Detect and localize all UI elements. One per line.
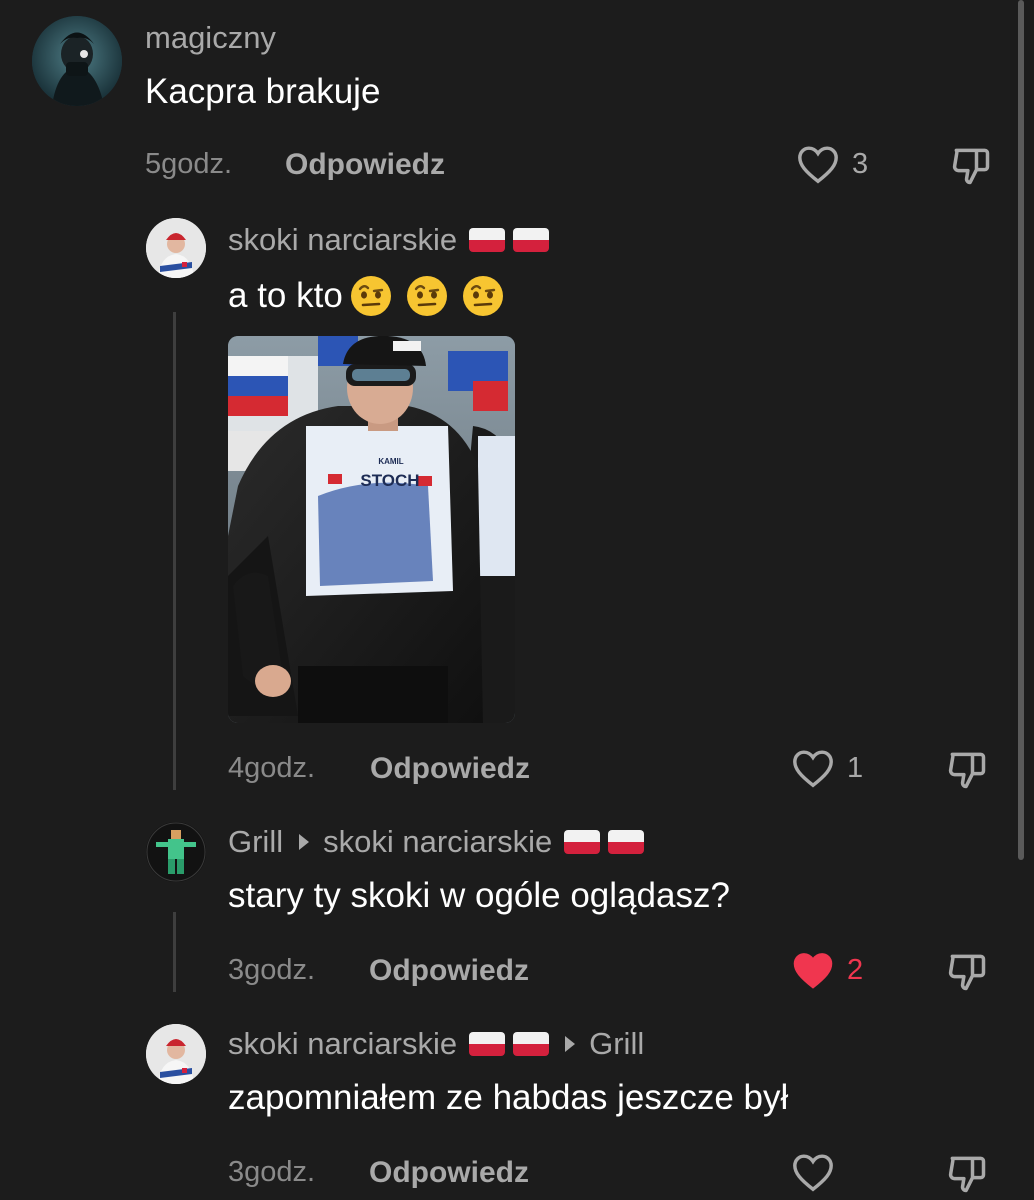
bib-name-small: KAMIL (378, 457, 403, 466)
dislike-button[interactable] (944, 1152, 990, 1196)
like-count: 1 (847, 751, 864, 784)
dislike-button[interactable] (944, 950, 990, 994)
comment-username[interactable]: skoki narciarskie Grill (228, 1026, 644, 1062)
scrollbar[interactable] (1018, 0, 1024, 860)
like-button[interactable]: 2 (791, 950, 863, 990)
comment-timestamp: 3godz. (228, 954, 316, 986)
reply-to-username[interactable]: Grill (589, 1026, 644, 1062)
dislike-button[interactable] (944, 748, 990, 792)
heart-outline-icon (793, 1154, 833, 1192)
reply-button[interactable]: Odpowiedz (370, 752, 530, 786)
thumbs-down-icon (952, 148, 990, 185)
like-count: 2 (847, 953, 864, 986)
comment-text-content: a to kto (228, 276, 343, 315)
heart-outline-icon (798, 146, 838, 184)
poland-flag-icon (608, 830, 645, 854)
thumbs-down-icon (948, 752, 986, 789)
reply-to-username[interactable]: skoki narciarskie (323, 824, 552, 860)
bib-name: STOCH (360, 471, 419, 490)
heart-outline-icon (793, 750, 833, 788)
like-count: 3 (852, 147, 869, 180)
thread-line (173, 912, 176, 992)
comment-username[interactable]: magiczny (145, 20, 276, 56)
poland-flag-icon (469, 228, 506, 252)
poland-flag-icon (469, 1032, 506, 1056)
comment-username[interactable]: Grill skoki narciarskie (228, 824, 645, 860)
avatar[interactable] (32, 16, 122, 106)
thumbs-down-icon (948, 954, 986, 991)
poland-flag-icon (564, 830, 601, 854)
dislike-button[interactable] (948, 144, 994, 188)
avatar[interactable] (146, 218, 206, 278)
raised-eyebrow-emoji-icon (350, 276, 391, 316)
reply-arrow-icon (565, 1036, 576, 1052)
reply-arrow-icon (299, 834, 310, 850)
poland-flag-icon (513, 1032, 550, 1056)
comment-text: a to kto (228, 274, 505, 318)
comment-text: zapomniałem ze habdas jeszcze był (228, 1078, 789, 1117)
username-text: skoki narciarskie (228, 222, 458, 257)
reply-button[interactable]: Odpowiedz (369, 1156, 529, 1190)
raised-eyebrow-emoji-icon (462, 276, 503, 316)
comment-text: stary ty skoki w ogóle oglądasz? (228, 876, 730, 915)
reply-button[interactable]: Odpowiedz (285, 148, 445, 182)
comment-username[interactable]: skoki narciarskie (228, 222, 550, 258)
thumbs-down-icon (948, 1156, 986, 1193)
comments-page: magiczny Kacpra brakuje 5godz. Odpowiedz… (0, 0, 1034, 1200)
username-text: Grill (228, 824, 284, 859)
avatar[interactable] (146, 822, 206, 882)
like-button[interactable] (791, 1152, 847, 1192)
reply-button[interactable]: Odpowiedz (369, 954, 529, 988)
comment-text: Kacpra brakuje (145, 72, 381, 111)
raised-eyebrow-emoji-icon (406, 276, 447, 316)
like-button[interactable]: 1 (791, 748, 863, 788)
like-button[interactable]: 3 (796, 144, 868, 184)
comment-timestamp: 3godz. (228, 1156, 316, 1188)
avatar[interactable] (146, 1024, 206, 1084)
poland-flag-icon (513, 228, 550, 252)
comment-timestamp: 5godz. (145, 148, 233, 180)
username-text: skoki narciarskie (228, 1026, 458, 1061)
comment-photo[interactable]: KAMIL STOCH (228, 336, 515, 723)
heart-filled-icon (793, 953, 833, 989)
thread-line (173, 312, 176, 790)
comment-timestamp: 4godz. (228, 752, 316, 784)
